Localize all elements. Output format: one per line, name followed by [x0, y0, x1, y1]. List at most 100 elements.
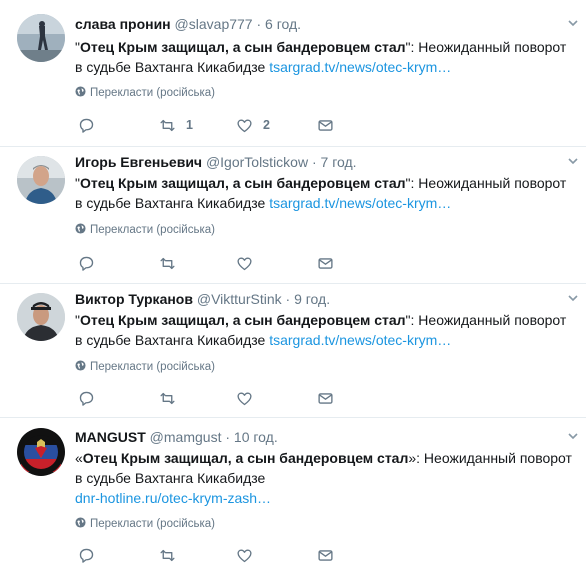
separator-dot: · [225, 429, 231, 445]
direct-message-icon [318, 392, 333, 404]
reply-icon [79, 118, 94, 133]
like-icon [237, 257, 252, 270]
retweet-button[interactable] [159, 545, 186, 565]
separator-dot: · [256, 16, 262, 32]
translate-label: Перекласти (російська) [90, 224, 215, 236]
globe-icon [75, 86, 86, 97]
avatar-image [17, 14, 65, 62]
like-button[interactable] [236, 388, 263, 408]
reply-button[interactable] [78, 545, 95, 565]
tweet[interactable]: Виктор Турканов @ViktturStink · 9 год. "… [0, 284, 586, 418]
like-button[interactable] [236, 253, 263, 273]
translate-label: Перекласти (російська) [90, 518, 215, 530]
avatar[interactable] [17, 156, 65, 204]
tweet-headline: Отец Крым защищал, а сын бандеровцем ста… [79, 312, 406, 328]
user-handle[interactable]: @IgorTolstickow [206, 154, 308, 170]
like-button[interactable] [236, 545, 263, 565]
separator-dot: · [285, 291, 291, 307]
tweet-text: «Отец Крым защищал, а сын бандеровцем ст… [75, 448, 575, 508]
tweet-actions [75, 253, 475, 273]
translate-link[interactable]: Перекласти (російська) [75, 360, 215, 374]
retweet-button[interactable]: 1 [159, 115, 193, 135]
retweet-icon [160, 392, 175, 404]
reply-button[interactable] [78, 253, 95, 273]
tweet-actions [75, 388, 475, 408]
user-handle[interactable]: @slavap777 [175, 16, 253, 32]
translate-label: Перекласти (російська) [90, 361, 215, 373]
tweet[interactable]: MANGUST @mamgust · 10 год. «Отец Крым за… [0, 418, 586, 575]
avatar-image [17, 156, 65, 204]
globe-icon [75, 223, 86, 234]
tweet-actions: 1 2 [75, 115, 475, 135]
user-handle[interactable]: @ViktturStink [197, 291, 282, 307]
like-button[interactable]: 2 [236, 115, 270, 135]
tweet-header: слава пронин @slavap777 · 6 год. [75, 15, 301, 33]
translate-link[interactable]: Перекласти (російська) [75, 86, 215, 100]
tweet-headline: Отец Крым защищал, а сын бандеровцем ста… [79, 39, 406, 55]
retweet-icon [160, 119, 175, 131]
tweet-headline: Отец Крым защищал, а сын бандеровцем ста… [79, 175, 406, 191]
retweet-button[interactable] [159, 253, 186, 273]
translate-label: Перекласти (російська) [90, 87, 215, 99]
globe-icon [75, 517, 86, 528]
reply-icon [79, 548, 94, 563]
retweet-icon [160, 257, 175, 269]
user-handle[interactable]: @mamgust [150, 429, 222, 445]
chevron-down-icon[interactable] [568, 431, 578, 441]
retweet-icon [160, 549, 175, 561]
display-name[interactable]: слава пронин [75, 16, 171, 32]
reply-icon [79, 256, 94, 271]
reply-icon [79, 391, 94, 406]
tweet-link[interactable]: dnr-hotline.ru/otec-krym-zash… [75, 490, 271, 506]
avatar-image [17, 428, 65, 476]
display-name[interactable]: Игорь Евгеньевич [75, 154, 202, 170]
tweet-header: MANGUST @mamgust · 10 год. [75, 428, 278, 446]
tweet-link[interactable]: tsargrad.tv/news/otec-krym… [269, 59, 451, 75]
tweet-timestamp[interactable]: 7 год. [321, 154, 357, 170]
direct-message-button[interactable] [317, 115, 334, 135]
display-name[interactable]: MANGUST [75, 429, 146, 445]
tweet-feed: слава пронин @slavap777 · 6 год. "Отец К… [0, 0, 586, 575]
display-name[interactable]: Виктор Турканов [75, 291, 193, 307]
reply-button[interactable] [78, 115, 95, 135]
direct-message-icon [318, 549, 333, 561]
direct-message-button[interactable] [317, 545, 334, 565]
avatar[interactable] [17, 428, 65, 476]
retweet-count: 1 [186, 118, 193, 132]
tweet-actions [75, 545, 475, 565]
tweet-link[interactable]: tsargrad.tv/news/otec-krym… [269, 195, 451, 211]
tweet-header: Игорь Евгеньевич @IgorTolstickow · 7 год… [75, 153, 357, 171]
direct-message-icon [318, 119, 333, 131]
tweet-timestamp[interactable]: 10 год. [234, 429, 278, 445]
tweet-timestamp[interactable]: 9 год. [294, 291, 330, 307]
tweet[interactable]: Игорь Евгеньевич @IgorTolstickow · 7 год… [0, 147, 586, 284]
tweet-headline: Отец Крым защищал, а сын бандеровцем ста… [82, 450, 409, 466]
tweet-link[interactable]: tsargrad.tv/news/otec-krym… [269, 332, 451, 348]
tweet-timestamp[interactable]: 6 год. [265, 16, 301, 32]
like-icon [237, 549, 252, 562]
quote-open: « [75, 450, 83, 466]
tweet-header: Виктор Турканов @ViktturStink · 9 год. [75, 290, 330, 308]
tweet-text: "Отец Крым защищал, а сын бандеровцем ст… [75, 173, 575, 213]
avatar[interactable] [17, 14, 65, 62]
reply-button[interactable] [78, 388, 95, 408]
retweet-button[interactable] [159, 388, 186, 408]
like-icon [237, 392, 252, 405]
tweet-text: "Отец Крым защищал, а сын бандеровцем ст… [75, 310, 575, 350]
like-count: 2 [263, 118, 270, 132]
tweet[interactable]: слава пронин @slavap777 · 6 год. "Отец К… [0, 0, 586, 147]
globe-icon [75, 360, 86, 371]
direct-message-icon [318, 257, 333, 269]
direct-message-button[interactable] [317, 388, 334, 408]
direct-message-button[interactable] [317, 253, 334, 273]
separator-dot: · [311, 154, 317, 170]
translate-link[interactable]: Перекласти (російська) [75, 517, 215, 531]
chevron-down-icon[interactable] [568, 156, 578, 166]
avatar[interactable] [17, 293, 65, 341]
translate-link[interactable]: Перекласти (російська) [75, 223, 215, 237]
chevron-down-icon[interactable] [568, 18, 578, 28]
avatar-image [17, 293, 65, 341]
tweet-text: "Отец Крым защищал, а сын бандеровцем ст… [75, 37, 575, 77]
like-icon [237, 119, 252, 132]
chevron-down-icon[interactable] [568, 293, 578, 303]
